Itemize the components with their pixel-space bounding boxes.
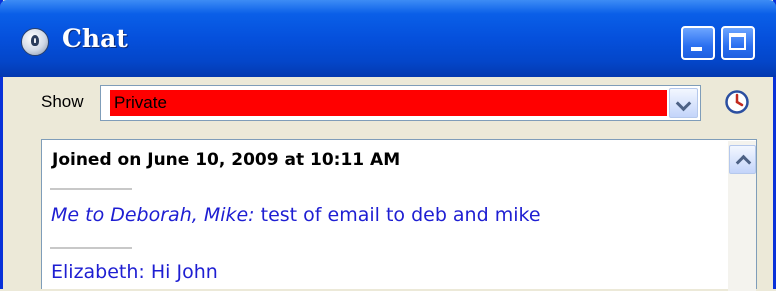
clock-icon[interactable] (724, 89, 750, 115)
chevron-down-icon[interactable] (669, 88, 698, 118)
chat-app-icon[interactable] (21, 28, 49, 56)
show-label: Show (41, 92, 84, 111)
message-sender: Me to Deborah, Mike: (51, 204, 255, 226)
show-filter-selected: Private (114, 93, 167, 112)
message-divider (50, 247, 132, 249)
minimize-button[interactable] (681, 26, 715, 60)
chevron-up-icon[interactable] (729, 145, 756, 174)
maximize-button[interactable] (721, 26, 755, 60)
title-bar[interactable]: Chat (0, 0, 776, 77)
message-sender: Elizabeth: (51, 261, 145, 283)
message-divider (50, 188, 132, 190)
window-title: Chat (62, 24, 128, 53)
vertical-scrollbar[interactable] (728, 141, 756, 291)
message-text: test of email to deb and mike (254, 204, 541, 226)
chat-message: Elizabeth: Hi John (51, 261, 218, 283)
joined-status: Joined on June 10, 2009 at 10:11 AM (52, 150, 401, 170)
show-filter-dropdown[interactable]: Private (100, 85, 701, 121)
show-filter-value-field[interactable]: Private (110, 90, 667, 116)
chat-message: Me to Deborah, Mike: test of email to de… (51, 204, 541, 226)
message-text: Hi John (144, 261, 218, 283)
chat-transcript[interactable]: Joined on June 10, 2009 at 10:11 AM Me t… (41, 139, 757, 291)
